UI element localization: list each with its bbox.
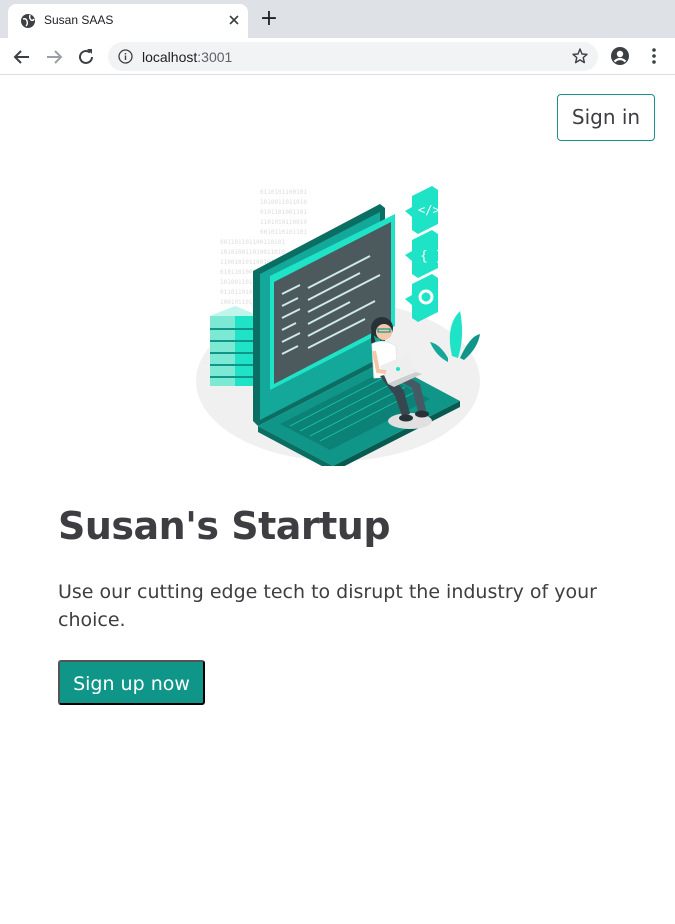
svg-text:0010110101101: 0010110101101: [260, 229, 307, 236]
svg-text:</>: </>: [418, 203, 440, 217]
svg-text:0101101001101: 0101101001101: [260, 209, 307, 216]
url-port: :3001: [197, 49, 233, 65]
browser-tab[interactable]: Susan SAAS: [8, 4, 248, 38]
bookmark-star-icon[interactable]: [571, 47, 589, 65]
new-tab-button[interactable]: +: [259, 8, 279, 30]
back-arrow-icon[interactable]: [10, 45, 34, 69]
forward-arrow-icon[interactable]: [42, 45, 66, 69]
profile-avatar-icon[interactable]: [610, 46, 630, 66]
hero-illustration: 001101101100110101 101010011010011010 11…: [190, 176, 490, 472]
svg-text:101010011010011010: 101010011010011010: [220, 249, 285, 256]
hero-subtitle: Use our cutting edge tech to disrupt the…: [58, 581, 597, 631]
kebab-menu-icon[interactable]: [644, 46, 664, 66]
close-icon[interactable]: [226, 12, 242, 28]
globe-icon: [20, 13, 36, 29]
browser-tabstrip: Susan SAAS +: [0, 0, 675, 38]
browser-toolbar: localhost:3001: [0, 38, 675, 75]
svg-text:001101101100110101: 001101101100110101: [220, 239, 285, 246]
url-host: localhost: [142, 49, 198, 65]
sign-in-button[interactable]: Sign in: [557, 94, 655, 141]
svg-text:1010011011010: 1010011011010: [260, 199, 307, 206]
sign-up-button[interactable]: Sign up now: [58, 660, 205, 705]
svg-text:1101010110010: 1101010110010: [260, 219, 307, 226]
reload-icon[interactable]: [74, 45, 98, 69]
svg-text:0110101100101: 0110101100101: [260, 189, 307, 196]
address-bar[interactable]: localhost:3001: [108, 42, 598, 71]
url-text: localhost:3001: [142, 49, 232, 65]
tab-title: Susan SAAS: [44, 13, 114, 27]
page-body: Sign in 001101101100110101 1010100110100…: [0, 76, 675, 924]
page-title: Susan's Startup: [58, 504, 391, 548]
svg-text:{ }: { }: [420, 249, 443, 264]
info-icon[interactable]: [118, 49, 133, 64]
